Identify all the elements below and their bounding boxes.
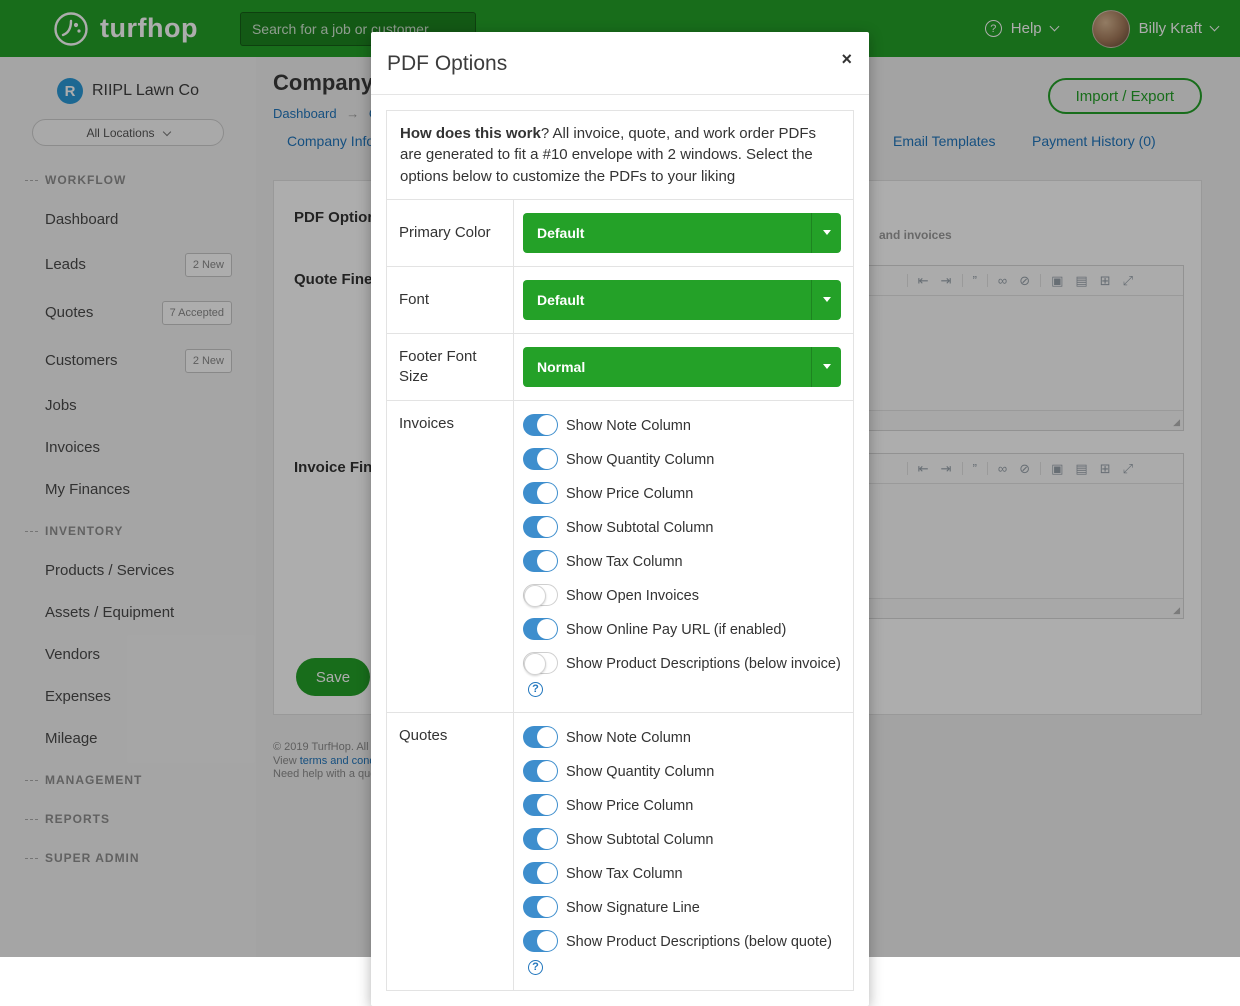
toggle-row: Show Quantity Column [523, 760, 841, 783]
form-row-footer-font-size: Footer Font SizeNormal [387, 333, 853, 401]
toggle-show-note-column[interactable] [523, 414, 558, 436]
row-control: Default [514, 200, 853, 266]
modal-body: How does this work? All invoice, quote, … [371, 95, 869, 1006]
toggle-label: Show Product Descriptions (below invoice… [566, 656, 841, 672]
toggle-show-note-column[interactable] [523, 726, 558, 748]
row-label: Quotes [387, 713, 514, 990]
pdf-options-panel: How does this work? All invoice, quote, … [386, 110, 854, 991]
toggle-label: Show Tax Column [566, 554, 683, 570]
toggle-show-quantity-column[interactable] [523, 760, 558, 782]
toggle-label: Show Product Descriptions (below quote) [566, 934, 832, 950]
primary-color-select[interactable]: Default [523, 213, 841, 253]
toggle-show-open-invoices[interactable] [523, 584, 558, 606]
toggle-row: Show Price Column [523, 482, 841, 505]
toggle-show-product-descriptions-below-quote[interactable] [523, 930, 558, 952]
toggle-row: Show Note Column [523, 726, 841, 749]
toggle-row: Show Note Column [523, 414, 841, 437]
toggle-row: Show Subtotal Column [523, 516, 841, 539]
font-select[interactable]: Default [523, 280, 841, 320]
toggle-show-quantity-column[interactable] [523, 448, 558, 470]
close-icon[interactable]: × [841, 50, 852, 68]
toggle-show-price-column[interactable] [523, 794, 558, 816]
toggle-show-signature-line[interactable] [523, 896, 558, 918]
toggle-row: Show Subtotal Column [523, 828, 841, 851]
row-label: Primary Color [387, 200, 514, 266]
toggle-label: Show Note Column [566, 730, 691, 746]
toggle-row: Show Product Descriptions (below quote)? [523, 930, 841, 975]
toggle-row: Show Product Descriptions (below invoice… [523, 652, 841, 697]
modal-intro: How does this work? All invoice, quote, … [387, 111, 853, 199]
toggle-row: Show Tax Column [523, 550, 841, 573]
toggle-row: Show Signature Line [523, 896, 841, 919]
toggle-row: Show Online Pay URL (if enabled) [523, 618, 841, 641]
caret-triangle [823, 230, 831, 235]
toggle-show-tax-column[interactable] [523, 550, 558, 572]
modal-header: PDF Options × [371, 32, 869, 95]
caret-down-icon [811, 280, 841, 320]
help-icon[interactable]: ? [528, 682, 543, 697]
toggle-label: Show Price Column [566, 486, 693, 502]
toggle-row: Show Quantity Column [523, 448, 841, 471]
toggle-show-online-pay-url-if-enabled[interactable] [523, 618, 558, 640]
modal-title: PDF Options [387, 50, 507, 78]
row-control: Show Note Column Show Quantity Column Show… [514, 713, 853, 990]
toggle-row: Show Open Invoices [523, 584, 841, 607]
caret-down-icon [811, 213, 841, 253]
row-label: Font [387, 267, 514, 333]
toggle-row: Show Price Column [523, 794, 841, 817]
toggle-label: Show Price Column [566, 798, 693, 814]
toggle-show-tax-column[interactable] [523, 862, 558, 884]
toggle-label: Show Subtotal Column [566, 832, 714, 848]
select-value: Normal [523, 347, 585, 387]
row-control: Normal [514, 334, 853, 401]
toggle-show-subtotal-column[interactable] [523, 516, 558, 538]
help-icon[interactable]: ? [528, 960, 543, 975]
toggle-row: Show Tax Column [523, 862, 841, 885]
row-control: Default [514, 267, 853, 333]
row-label: Footer Font Size [387, 334, 514, 401]
select-value: Default [523, 280, 584, 320]
intro-question: How does this work [400, 125, 541, 142]
caret-triangle [823, 364, 831, 369]
toggle-label: Show Subtotal Column [566, 520, 714, 536]
toggle-label: Show Quantity Column [566, 452, 714, 468]
footer-font-size-select[interactable]: Normal [523, 347, 841, 387]
caret-triangle [823, 297, 831, 302]
row-control: Show Note Column Show Quantity Column Show… [514, 401, 853, 712]
toggle-show-price-column[interactable] [523, 482, 558, 504]
toggle-label: Show Tax Column [566, 866, 683, 882]
form-row-font: FontDefault [387, 266, 853, 333]
pdf-options-modal: PDF Options × How does this work? All in… [371, 32, 869, 1006]
toggle-label: Show Note Column [566, 418, 691, 434]
toggle-show-subtotal-column[interactable] [523, 828, 558, 850]
toggle-label: Show Signature Line [566, 900, 700, 916]
form-row-quotes: Quotes Show Note Column Show Quantity Colu… [387, 712, 853, 990]
form-row-primary-color: Primary ColorDefault [387, 199, 853, 266]
toggle-label: Show Quantity Column [566, 764, 714, 780]
pdf-options-rows: Primary ColorDefaultFontDefaultFooter Fo… [387, 199, 853, 991]
select-value: Default [523, 213, 584, 253]
form-row-invoices: Invoices Show Note Column Show Quantity Co… [387, 400, 853, 712]
toggle-show-product-descriptions-below-invoice[interactable] [523, 652, 558, 674]
caret-down-icon [811, 347, 841, 387]
row-label: Invoices [387, 401, 514, 712]
toggle-label: Show Open Invoices [566, 588, 699, 604]
toggle-label: Show Online Pay URL (if enabled) [566, 622, 786, 638]
